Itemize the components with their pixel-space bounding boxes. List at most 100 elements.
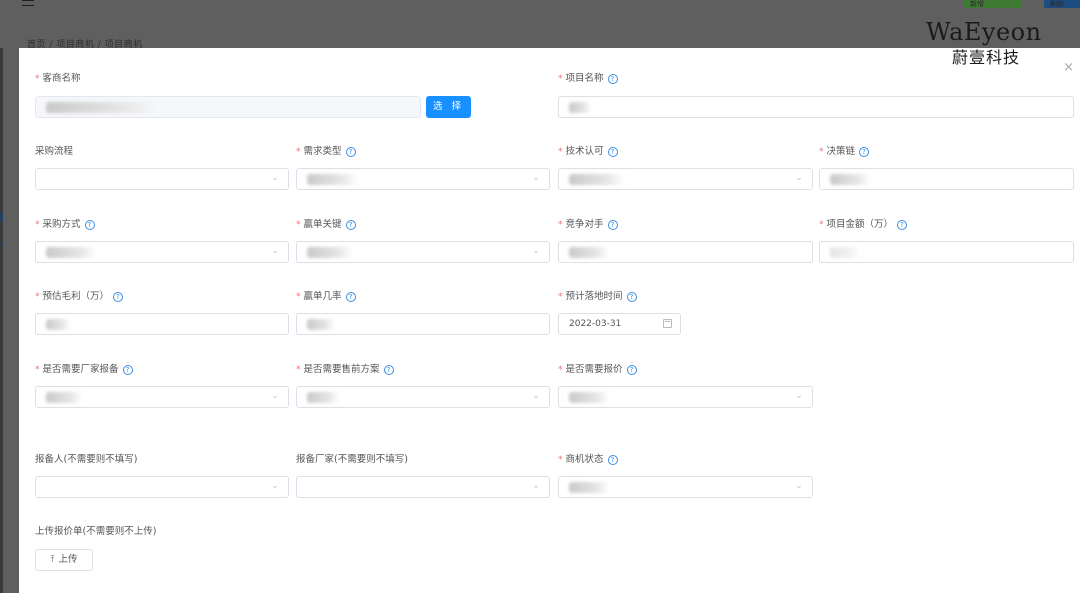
question-circle-icon[interactable]: ? (607, 73, 618, 84)
question-circle-icon[interactable]: ? (122, 364, 133, 375)
need-presales-select[interactable]: ⌄ (296, 386, 550, 408)
demand-type-field: * 需求类型? (296, 145, 356, 159)
chevron-down-icon: ⌄ (271, 173, 279, 183)
customer-name-label: * 客商名称 (35, 73, 81, 84)
calendar-icon (663, 319, 672, 328)
upload-quote-label: 上传报价单(不需要则不上传) (35, 526, 157, 537)
customer-name-input[interactable] (35, 96, 421, 118)
watermark-en: WaEyeon (926, 18, 1042, 46)
project-name-input[interactable] (558, 96, 1074, 118)
win-rate-field: * 赢单几率? (296, 290, 356, 304)
question-circle-icon[interactable]: ? (345, 146, 356, 157)
chevron-down-icon: ⌄ (532, 391, 540, 401)
chevron-down-icon: ⌄ (795, 173, 803, 183)
project-amount-label: * 项目金额（万）? (819, 218, 908, 232)
need-quote-select[interactable]: ⌄ (558, 386, 813, 408)
question-circle-icon[interactable]: ? (626, 291, 637, 302)
question-circle-icon[interactable]: ? (113, 291, 124, 302)
est-gross-profit-field: * 预估毛利（万）? (35, 290, 124, 304)
need-vendor-filing-label: * 是否需要厂家报备? (35, 363, 133, 377)
customer-name-field: * 客商名称 (35, 72, 81, 86)
demand-type-select[interactable]: ⌄ (296, 168, 550, 190)
refresh-button: 刷新 (1044, 0, 1080, 8)
win-key-field: * 赢单关键? (296, 218, 356, 232)
procurement-method-select[interactable]: ⌄ (35, 241, 289, 263)
tech-approval-field: * 技术认可? (558, 145, 618, 159)
upload-icon: ⤒ (50, 555, 55, 565)
need-presales-field: * 是否需要售前方案? (296, 363, 394, 377)
project-amount-input[interactable] (819, 241, 1074, 263)
tech-approval-label: * 技术认可? (558, 145, 618, 159)
est-gross-profit-label: * 预估毛利（万）? (35, 290, 124, 304)
chevron-down-icon: ⌄ (795, 391, 803, 401)
question-circle-icon[interactable]: ? (607, 219, 618, 230)
procurement-process-select[interactable]: ⌄ (35, 168, 289, 190)
expected-landing-value: 2022-03-31 (569, 319, 622, 329)
decision-chain-label: * 决策链? (819, 145, 870, 159)
chevron-down-icon: ⌄ (271, 481, 279, 491)
est-gross-profit-input[interactable] (35, 313, 289, 335)
filer-select[interactable]: ⌄ (35, 476, 289, 498)
question-circle-icon[interactable]: ? (897, 219, 908, 230)
decision-chain-input[interactable] (819, 168, 1074, 190)
opportunity-status-select[interactable]: ⌄ (558, 476, 813, 498)
win-rate-input[interactable] (296, 313, 550, 335)
expected-landing-label: * 预计落地时间? (558, 290, 637, 304)
add-button: 新增 (964, 0, 1022, 8)
close-icon[interactable]: × (1063, 60, 1074, 75)
need-presales-label: * 是否需要售前方案? (296, 363, 394, 377)
demand-type-label: * 需求类型? (296, 145, 356, 159)
chevron-down-icon: ⌄ (271, 246, 279, 256)
question-circle-icon[interactable]: ? (84, 219, 95, 230)
upload-quote-field: 上传报价单(不需要则不上传) (35, 525, 156, 539)
question-circle-icon[interactable]: ? (607, 146, 618, 157)
win-key-select[interactable]: ⌄ (296, 241, 550, 263)
chevron-down-icon: ⌄ (795, 481, 803, 491)
need-quote-label: * 是否需要报价? (558, 363, 637, 377)
question-circle-icon[interactable]: ? (626, 364, 637, 375)
procurement-method-label: * 采购方式? (35, 218, 95, 232)
decision-chain-field: * 决策链? (819, 145, 870, 159)
project-amount-field: * 项目金额（万）? (819, 218, 908, 232)
sidebar-marker (0, 212, 3, 222)
procurement-process-field: 采购流程 (35, 145, 73, 159)
expected-landing-datepicker[interactable]: 2022-03-31 (558, 313, 681, 335)
win-rate-label: * 赢单几率? (296, 290, 356, 304)
expected-landing-field: * 预计落地时间? (558, 290, 637, 304)
filing-vendor-field: 报备厂家(不需要则不填写) (296, 453, 408, 467)
project-name-label: * 项目名称? (558, 72, 618, 86)
procurement-process-label: 采购流程 (35, 146, 74, 157)
chevron-down-icon: ⌄ (532, 246, 540, 256)
question-circle-icon[interactable]: ? (345, 219, 356, 230)
menu-icon (22, 0, 34, 6)
filing-vendor-select[interactable]: ⌄ (296, 476, 550, 498)
chevron-down-icon: ⌄ (532, 481, 540, 491)
brand-watermark: WaEyeon 蔚壹科技 (926, 18, 1056, 68)
need-vendor-filing-select[interactable]: ⌄ (35, 386, 289, 408)
project-name-field: * 项目名称? (558, 72, 618, 86)
procurement-method-field: * 采购方式? (35, 218, 95, 232)
competitor-input[interactable] (558, 241, 813, 263)
filer-field: 报备人(不需要则不填写) (35, 453, 137, 467)
need-vendor-filing-field: * 是否需要厂家报备? (35, 363, 133, 377)
sidebar-marker (0, 244, 3, 246)
question-circle-icon[interactable]: ? (345, 291, 356, 302)
competitor-field: * 竞争对手? (558, 218, 618, 232)
question-circle-icon[interactable]: ? (383, 364, 394, 375)
chevron-down-icon: ⌄ (532, 173, 540, 183)
chevron-down-icon: ⌄ (271, 391, 279, 401)
opportunity-form-modal: × * 客商名称 选 择 * 项目名称? 采购流程 ⌄ * 需求类型? ⌄ * 技术认可… (19, 48, 1080, 593)
opportunity-status-label: * 商机状态? (558, 453, 618, 467)
win-key-label: * 赢单关键? (296, 218, 356, 232)
upload-button[interactable]: ⤒ 上传 (35, 549, 93, 571)
need-quote-field: * 是否需要报价? (558, 363, 637, 377)
tech-approval-select[interactable]: ⌄ (558, 168, 813, 190)
sidebar-edge (0, 48, 3, 593)
select-customer-button[interactable]: 选 择 (426, 96, 471, 118)
filer-label: 报备人(不需要则不填写) (35, 454, 138, 465)
upload-button-label: 上传 (58, 554, 78, 565)
watermark-cn: 蔚壹科技 (952, 48, 1021, 67)
question-circle-icon[interactable]: ? (859, 146, 870, 157)
filing-vendor-label: 报备厂家(不需要则不填写) (296, 454, 408, 465)
question-circle-icon[interactable]: ? (607, 454, 618, 465)
